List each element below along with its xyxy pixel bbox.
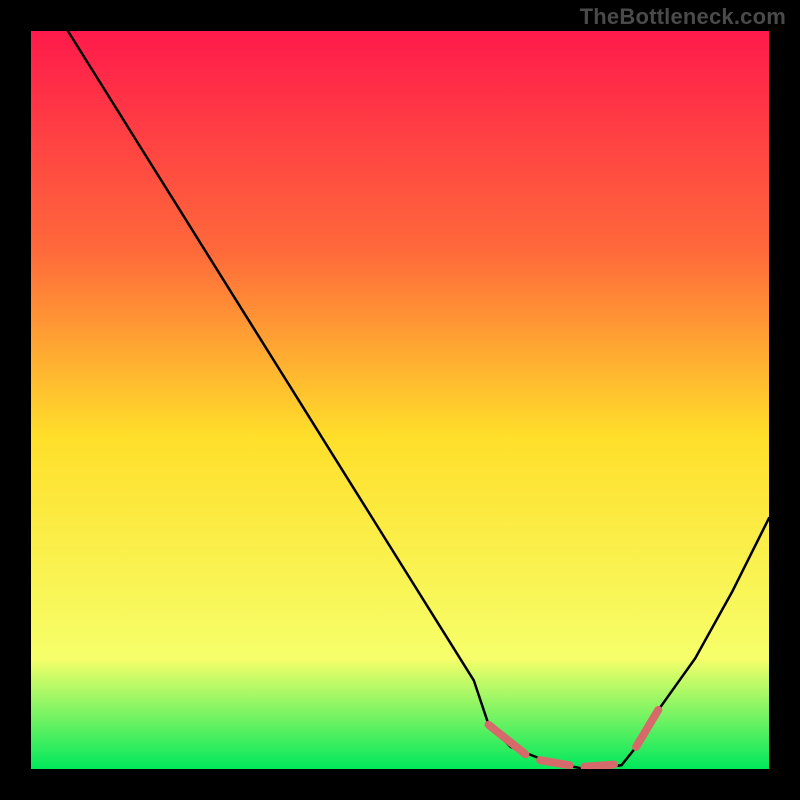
plot-area xyxy=(31,31,769,769)
dash-segment xyxy=(540,760,570,765)
chart-svg xyxy=(31,31,769,769)
watermark-text: TheBottleneck.com xyxy=(580,4,786,30)
dash-segment xyxy=(585,765,615,767)
chart-container: TheBottleneck.com xyxy=(0,0,800,800)
gradient-background xyxy=(31,31,769,769)
